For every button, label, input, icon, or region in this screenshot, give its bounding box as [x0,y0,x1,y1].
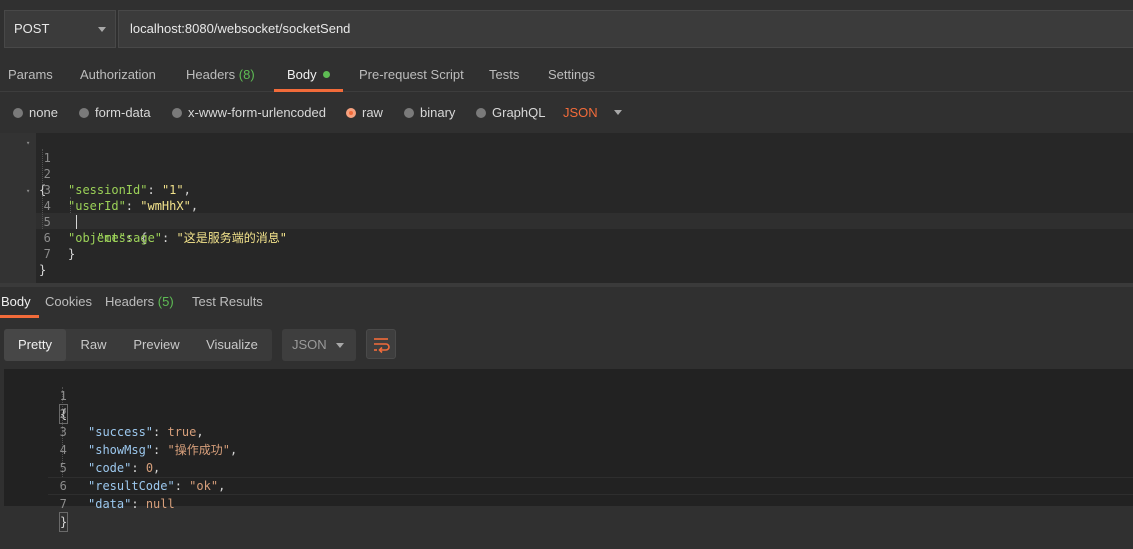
tab-response-body[interactable]: Body [0,287,39,318]
radio-form-data[interactable]: form-data [79,96,151,132]
tab-params[interactable]: Params [8,58,53,91]
tab-label: Settings [548,67,595,82]
response-view-toolbar: Pretty Raw Preview Visualize JSON [0,318,1133,368]
chevron-down-icon [336,343,344,348]
response-tabs: Body Cookies Headers (5) Test Results [0,287,1133,318]
active-tab-underline [274,89,343,92]
json-value: null [145,497,175,511]
radio-label: form-data [95,105,151,120]
chevron-down-icon [613,110,622,115]
line-number: 7 [59,497,67,511]
tab-label: Body [287,67,317,82]
request-tabs: Params Authorization Headers (8) Body Pr… [0,58,1133,92]
radio-none[interactable]: none [13,96,58,132]
tab-label: Authorization [80,67,156,82]
radio-button-icon [476,108,486,118]
fold-arrow-icon[interactable]: ▾ [26,135,30,151]
response-body-viewer[interactable]: 1 { 2 "success": true, 3 "showMsg": "操作成… [4,369,1133,532]
radio-label: none [29,105,58,120]
chevron-down-icon [98,27,106,32]
wrap-lines-button[interactable] [366,329,396,359]
radio-button-icon [404,108,414,118]
tab-authorization[interactable]: Authorization [80,58,156,91]
code-token: } [58,512,69,532]
tab-label: Pre-request Script [359,67,464,82]
tab-label: Headers [186,67,236,82]
radio-raw[interactable]: raw [346,96,383,132]
tab-label: Headers [105,294,155,309]
headers-count-badge: (8) [238,67,255,82]
mode-label: Visualize [206,337,258,352]
fold-arrow-icon[interactable]: ▾ [26,183,30,199]
view-mode-pretty[interactable]: Pretty [4,329,66,361]
mode-label: Pretty [18,337,52,352]
raw-format-label: JSON [563,105,598,120]
radio-label: binary [420,105,456,120]
radio-graphql[interactable]: GraphQL [476,96,545,132]
tab-label: Params [8,67,53,82]
tab-settings[interactable]: Settings [548,58,595,91]
request-body-editor[interactable]: 1 ▾ { 2 "sessionId": "1", 3 "userId": "w… [0,133,1133,283]
code-token: } [68,247,76,261]
url-input[interactable]: localhost:8080/websocket/socketSend [118,10,1133,48]
mode-label: Raw [80,337,107,352]
radio-button-icon [79,108,89,118]
view-mode-preview[interactable]: Preview [121,329,192,361]
radio-button-checked-icon [346,108,356,118]
radio-button-icon [13,108,23,118]
view-mode-visualize[interactable]: Visualize [192,329,272,361]
view-mode-raw[interactable]: Raw [66,329,121,361]
raw-format-select[interactable]: JSON [563,96,622,132]
tab-tests[interactable]: Tests [489,58,519,91]
tab-cookies[interactable]: Cookies [45,287,92,317]
tab-pre-request-script[interactable]: Pre-request Script [359,58,464,91]
response-format-select[interactable]: JSON [282,329,356,361]
body-type-selector: none form-data x-www-form-urlencoded raw… [0,96,1133,132]
tab-label: Cookies [45,294,92,309]
url-value: localhost:8080/websocket/socketSend [130,21,351,36]
tab-label: Test Results [192,294,263,309]
headers-count-badge: (5) [157,294,174,309]
tab-headers[interactable]: Headers (8) [186,58,255,91]
code-token: } [39,263,47,277]
json-key: "data" [88,497,132,511]
line-number: 7 [43,247,51,261]
request-url-bar: POST localhost:8080/websocket/socketSend [0,0,1133,56]
tab-test-results[interactable]: Test Results [192,287,263,317]
view-mode-segmented-control: Pretty Raw Preview Visualize [4,329,272,361]
tab-label: Body [1,294,31,309]
tab-body[interactable]: Body [274,58,343,92]
tab-response-headers[interactable]: Headers (5) [105,287,174,317]
mode-label: Preview [133,337,180,352]
radio-x-www-form-urlencoded[interactable]: x-www-form-urlencoded [172,96,326,132]
text-cursor [76,215,77,229]
method-label: POST [14,21,50,36]
format-label: JSON [292,337,327,352]
radio-binary[interactable]: binary [404,96,455,132]
tab-label: Tests [489,67,520,82]
wrap-lines-icon [374,338,390,354]
radio-label: raw [362,105,383,120]
radio-label: GraphQL [492,105,546,120]
body-indicator-dot [322,71,330,78]
radio-button-icon [172,108,182,118]
radio-label: x-www-form-urlencoded [188,105,326,120]
method-select[interactable]: POST [4,10,116,48]
